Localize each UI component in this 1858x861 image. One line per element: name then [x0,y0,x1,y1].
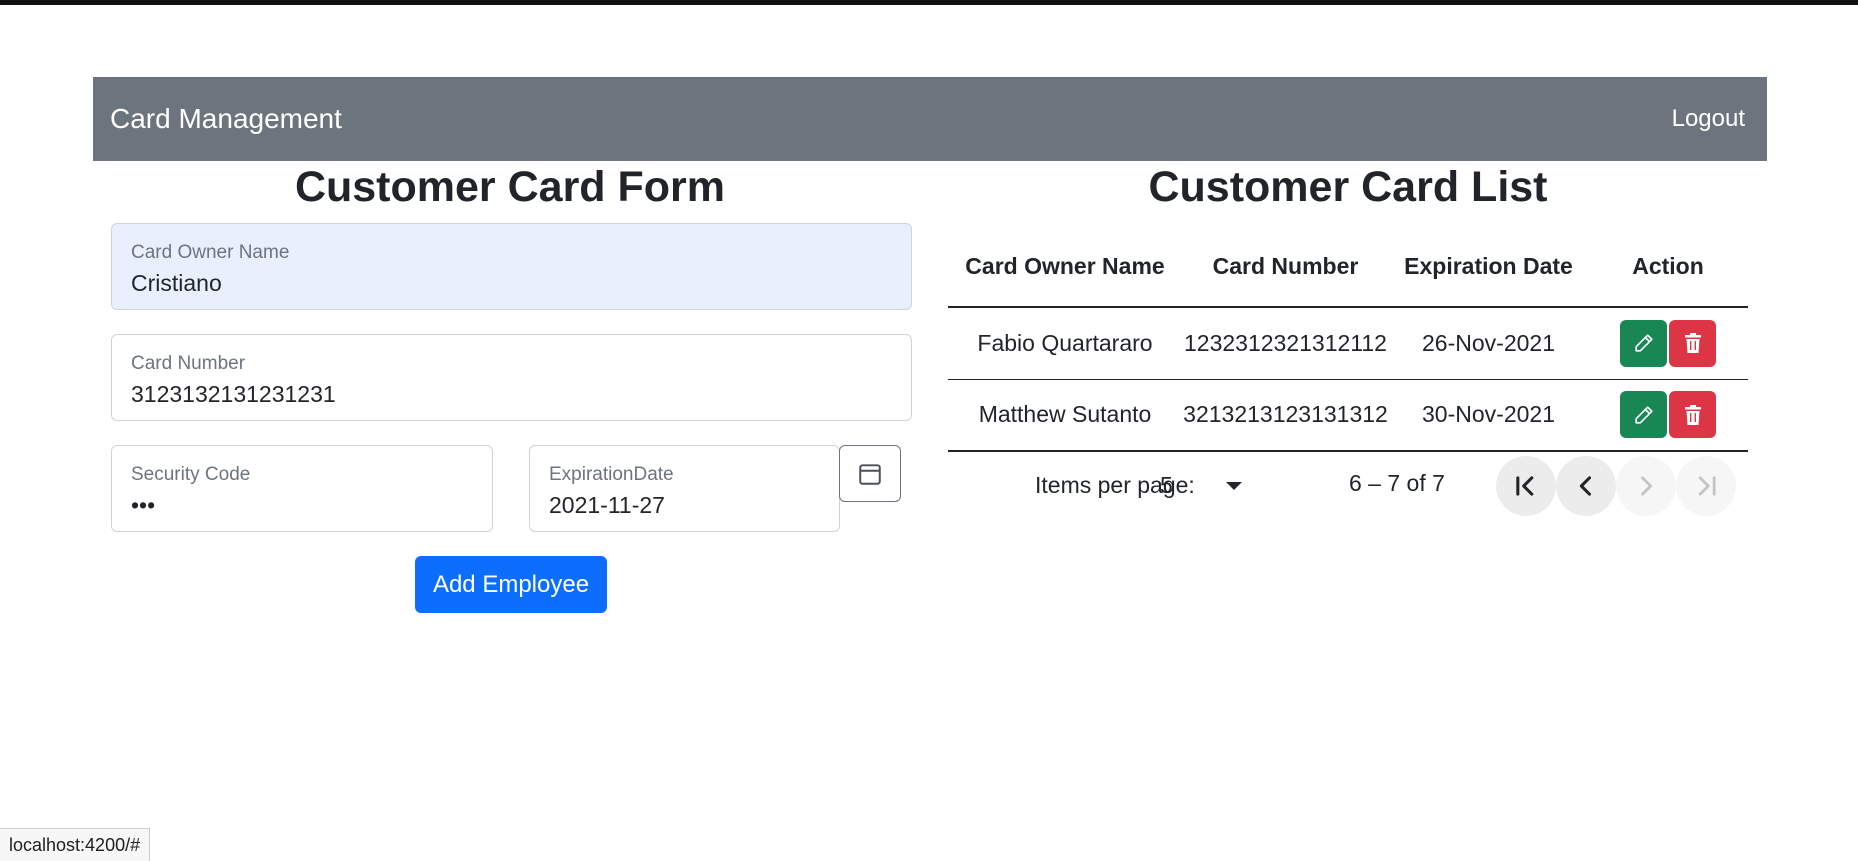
cell-card-owner: Matthew Sutanto [948,379,1182,452]
form-title: Customer Card Form [294,163,726,211]
items-per-page-select[interactable]: 5 [1160,464,1270,504]
header-card-owner-name: Card Owner Name [948,228,1182,308]
calendar-toggle-button[interactable] [839,445,901,502]
security-code-input[interactable] [131,492,473,519]
row-actions [1620,319,1716,367]
status-bar-url: localhost:4200/# [0,828,151,861]
first-page-icon [1516,476,1534,496]
header-card-number: Card Number [1182,228,1389,308]
edit-button[interactable] [1620,391,1667,439]
list-title: Customer Card List [1148,163,1548,211]
items-per-page-value: 5 [1160,472,1173,498]
security-code-field: Security Code [111,445,493,532]
first-page-button[interactable] [1496,456,1556,516]
card-number-label: Card Number [131,353,246,374]
top-strip [0,0,1858,5]
header-action: Action [1588,228,1748,308]
calendar-icon [859,463,881,485]
trash-icon [1684,404,1701,425]
row-actions [1620,391,1716,439]
add-employee-button[interactable]: Add Employee [415,556,607,613]
header-expiration-date: Expiration Date [1389,228,1588,308]
cell-actions [1588,379,1748,452]
cell-actions [1588,307,1748,380]
pencil-icon [1634,406,1653,424]
next-page-button[interactable] [1616,456,1676,516]
cell-card-number: 1232312321312112 [1182,307,1389,380]
card-owner-name-label: Card Owner Name [131,242,290,263]
navbar: Card Management Logout [93,77,1767,161]
expiration-date-label: ExpirationDate [549,464,674,485]
expiration-date-input[interactable] [549,492,820,519]
card-owner-name-input[interactable] [131,270,892,297]
delete-button[interactable] [1669,319,1716,367]
paginator: Items per page: 5 6 – 7 of 7 [948,452,1748,518]
edit-button[interactable] [1620,319,1667,367]
cell-expiration-date: 26-Nov-2021 [1389,307,1588,380]
cell-card-number: 3213213123131312 [1182,379,1389,452]
pencil-icon [1634,334,1653,352]
security-code-label: Security Code [131,464,251,485]
card-owner-name-field: Card Owner Name [111,223,912,310]
last-page-icon [1698,476,1716,496]
page-range-label: 6 – 7 of 7 [1349,470,1445,496]
table-row: Matthew Sutanto 3213213123131312 30-Nov-… [948,379,1748,452]
chevron-left-icon [1579,476,1592,496]
card-number-field: Card Number [111,334,912,421]
cell-card-owner: Fabio Quartararo [948,307,1182,380]
cell-expiration-date: 30-Nov-2021 [1389,379,1588,452]
chevron-right-icon [1641,476,1653,496]
card-table: Card Owner Name Card Number Expiration D… [948,228,1748,452]
trash-icon [1684,333,1701,354]
card-number-input[interactable] [131,381,892,408]
delete-button[interactable] [1669,391,1716,439]
last-page-button[interactable] [1676,456,1736,516]
logout-link[interactable]: Logout [1672,105,1745,133]
table-row: Fabio Quartararo 1232312321312112 26-Nov… [948,307,1748,380]
expiration-date-field: ExpirationDate [529,445,840,532]
navbar-brand[interactable]: Card Management [110,103,342,135]
previous-page-button[interactable] [1556,456,1616,516]
table-header-row: Card Owner Name Card Number Expiration D… [948,228,1748,308]
dropdown-arrow-icon [1226,482,1242,490]
